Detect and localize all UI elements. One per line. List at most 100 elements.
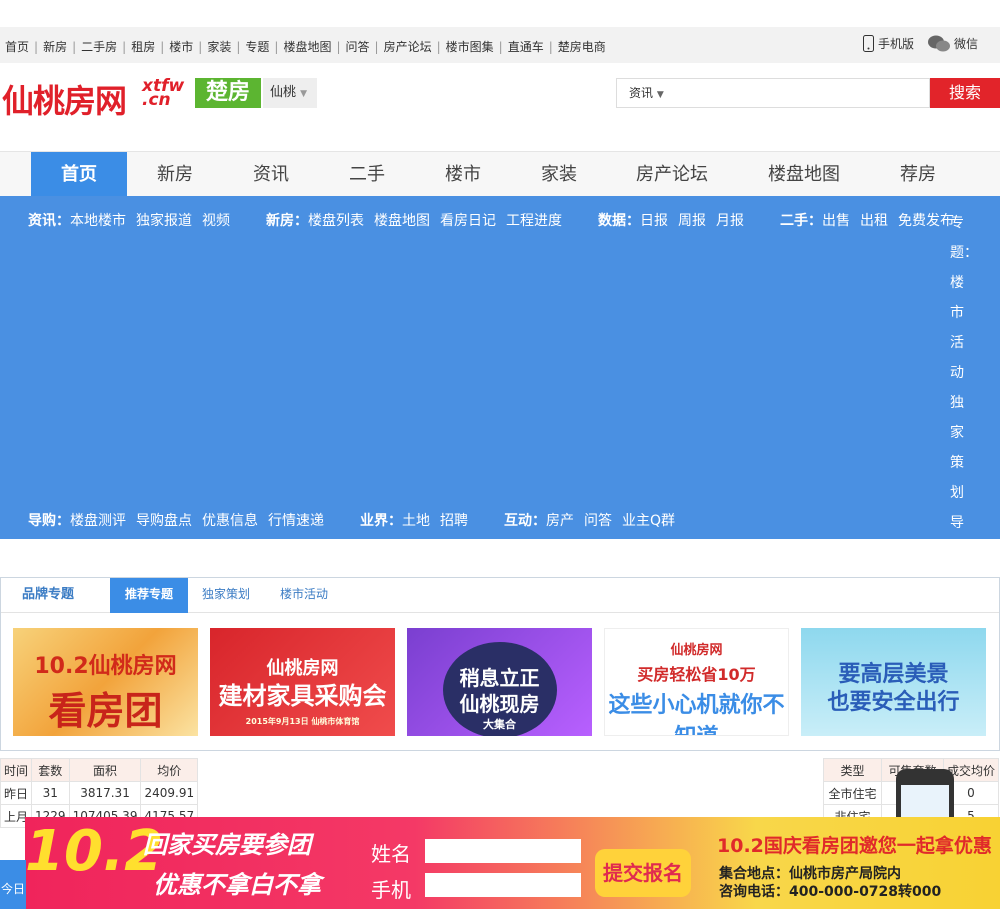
chevron-down-icon: ▼ [300, 89, 308, 99]
banner-phone: 咨询电话：400-000-0728转000 [719, 884, 942, 900]
subnav-link[interactable]: 周报 [678, 210, 706, 230]
top-link[interactable]: 房产论坛 [384, 38, 432, 55]
search-button[interactable]: 搜索 [930, 78, 1000, 108]
top-link[interactable]: 楚房电商 [558, 38, 606, 55]
nav-item[interactable]: 二手 [319, 152, 415, 197]
topic-card-save-money[interactable]: 仙桃房网 买房轻松省10万 这些小心机就你不知道 [604, 628, 789, 736]
top-link[interactable]: 二手房 [81, 38, 117, 55]
tour-signup-banner: 10.2 回家买房要参团 优惠不拿白不拿 姓名 手机 提交报名 10.2国庆看房… [25, 817, 1000, 909]
separator: | [198, 39, 203, 54]
top-link[interactable]: 新房 [43, 38, 67, 55]
separator: | [274, 39, 279, 54]
subnav-link[interactable]: 本地楼市 [70, 210, 126, 230]
subnav-link[interactable]: 楼盘列表 [308, 210, 364, 230]
top-link[interactable]: 专题 [245, 38, 269, 55]
separator: | [548, 39, 553, 54]
logo-domain: xtfw .cn [142, 76, 185, 110]
nav-item[interactable]: 房产论坛 [607, 152, 737, 197]
nav-item[interactable]: 家装 [511, 152, 607, 197]
subnav-link[interactable]: 问答 [584, 510, 612, 530]
separator: | [374, 39, 379, 54]
phone-field[interactable] [425, 873, 581, 897]
nav-item[interactable]: 楼市 [415, 152, 511, 197]
subnav-link[interactable]: 独家报道 [136, 210, 192, 230]
subnav-newhouse: 新房： 楼盘列表 楼盘地图 看房日记 工程进度 [266, 210, 572, 230]
subnav-link[interactable]: 工程进度 [506, 210, 562, 230]
table-row: 昨日 31 3817.31 2409.91 [0, 781, 199, 805]
subnav-link[interactable]: 优惠信息 [202, 510, 258, 530]
top-link[interactable]: 首页 [5, 38, 29, 55]
nav-item[interactable]: 荐房 [871, 152, 965, 197]
subnav-link[interactable]: 月报 [716, 210, 744, 230]
name-label: 姓名 [371, 842, 411, 866]
topic-card-ready-house[interactable]: 稍息立正 仙桃现房 大集合 [407, 628, 592, 736]
tab-activities[interactable]: 楼市活动 [280, 578, 328, 613]
nav-item[interactable]: 楼盘地图 [737, 152, 871, 197]
topic-card-safety[interactable]: 要高层美景 也要安全出行 [801, 628, 986, 736]
wechat-label: 微信 [953, 37, 978, 51]
subnav-news: 资讯： 本地楼市 独家报道 视频 [28, 210, 240, 230]
search-type-select[interactable]: 资讯 [629, 86, 653, 100]
subnav-link[interactable]: 行情速递 [268, 510, 324, 530]
brand-topics: 品牌专题 推荐专题 独家策划 楼市活动 10.2仙桃房网 看房团 仙桃房网 建材… [0, 577, 1000, 751]
phone-label: 手机 [371, 878, 411, 902]
subnav-link[interactable]: 楼盘测评 [70, 510, 126, 530]
nav-item[interactable]: 资讯 [223, 152, 319, 197]
separator: | [160, 39, 165, 54]
tab-recommended[interactable]: 推荐专题 [110, 578, 188, 613]
topic-card-tour[interactable]: 10.2仙桃房网 看房团 [13, 628, 198, 736]
separator: | [122, 39, 127, 54]
separator: | [498, 39, 503, 54]
subnav-link[interactable]: 免费发布 [898, 210, 954, 230]
site-logo[interactable]: 仙桃房网 [2, 76, 127, 122]
chufang-logo[interactable]: 楚房 [195, 78, 261, 108]
top-link[interactable]: 直通车 [508, 38, 544, 55]
subnav-link[interactable]: 出租 [860, 210, 888, 230]
chevron-down-icon: ▼ [656, 90, 664, 100]
subnav-link[interactable]: 招聘 [440, 510, 468, 530]
separator: | [436, 39, 441, 54]
subnav-link[interactable]: 视频 [202, 210, 230, 230]
top-bar: 首页 | 新房 | 二手房 | 租房 | 楼市 | 家装 | 专题 | 楼盘地图 | 问答 | 房产论坛 | 楼市图集 |… [0, 27, 1000, 63]
today-tab[interactable]: 今日 [0, 860, 26, 909]
separator: | [72, 39, 77, 54]
main-nav: 首页 新房 资讯 二手 楼市 家装 房产论坛 楼盘地图 荐房 [0, 151, 1000, 197]
subnav-link[interactable]: 出售 [822, 210, 850, 230]
mobile-label: 手机版 [877, 37, 914, 51]
top-link[interactable]: 租房 [131, 38, 155, 55]
subnav-link[interactable]: 业主Q群 [622, 510, 675, 530]
subnav-link[interactable]: 房产 [546, 510, 574, 530]
wechat-link[interactable]: 微信 [927, 35, 978, 52]
submit-signup-button[interactable]: 提交报名 [595, 849, 691, 897]
top-link[interactable]: 问答 [346, 38, 370, 55]
separator: | [34, 39, 39, 54]
subnav-link[interactable]: 导购盘点 [136, 510, 192, 530]
separator: | [336, 39, 341, 54]
subnav-link[interactable]: 看房日记 [440, 210, 496, 230]
subnav-data: 数据： 日报 周报 月报 [598, 210, 754, 230]
subnav-second: 二手： 出售 出租 免费发布 [780, 210, 964, 230]
top-link[interactable]: 楼盘地图 [283, 38, 331, 55]
subnav-link[interactable]: 日报 [640, 210, 668, 230]
brand-title: 品牌专题 [22, 587, 75, 602]
subnav-link[interactable]: 土地 [402, 510, 430, 530]
subnav-industry: 业界： 土地 招聘 [360, 510, 478, 530]
subnav-special[interactable]: 专题：楼市活动独家策划导购 [950, 208, 978, 568]
phone-icon [862, 35, 874, 52]
tab-exclusive[interactable]: 独家策划 [202, 578, 250, 613]
name-field[interactable] [425, 839, 581, 863]
search-input[interactable]: 资讯 ▼ [616, 78, 930, 108]
banner-slogan-1: 回家买房要参团 [143, 831, 311, 859]
banner-location: 集合地点：仙桃市房产局院内 [719, 866, 901, 882]
topic-card-expo[interactable]: 仙桃房网 建材家具采购会 2015年9月13日 仙桃市体育馆 [210, 628, 395, 736]
wechat-icon [927, 35, 950, 52]
top-link[interactable]: 楼市图集 [446, 38, 494, 55]
nav-item[interactable]: 新房 [127, 152, 223, 197]
top-link[interactable]: 楼市 [169, 38, 193, 55]
banner-headline: 10.2国庆看房团邀您一起拿优惠 [717, 835, 992, 857]
mobile-link[interactable]: 手机版 [862, 35, 914, 52]
city-selector[interactable]: 仙桃 ▼ [263, 78, 317, 108]
nav-item[interactable]: 首页 [31, 152, 127, 197]
top-link[interactable]: 家装 [207, 38, 231, 55]
subnav-link[interactable]: 楼盘地图 [374, 210, 430, 230]
